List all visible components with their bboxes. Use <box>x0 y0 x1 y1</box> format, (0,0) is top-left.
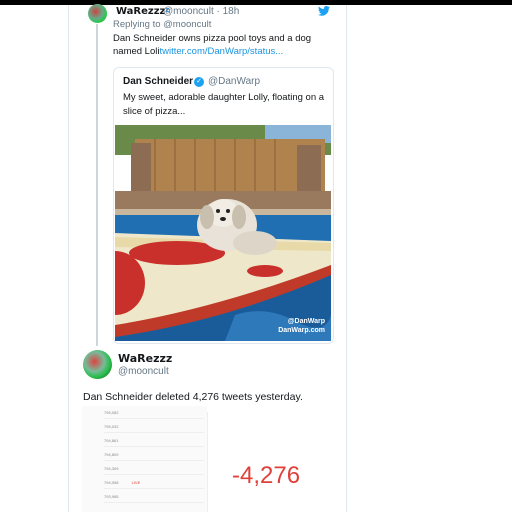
tweet-display-name[interactable]: WaRezzz <box>118 352 172 365</box>
tweet-handle[interactable]: @mooncult <box>118 366 169 377</box>
quoted-handle: @DanWarp <box>208 76 261 87</box>
stats-row: 794,809 <box>104 452 204 461</box>
tweet-handle-time[interactable]: @mooncult · 18h <box>163 6 239 17</box>
avatar[interactable] <box>88 4 107 23</box>
stats-row: 794,309 <box>104 466 204 475</box>
display-name-text: WaRezzz <box>116 6 166 17</box>
stats-panel: -4,276 <box>207 412 332 512</box>
stats-row: 793,985 <box>104 494 204 503</box>
stats-screenshot-image[interactable]: 795,082 795,032 794,861 794,809 794,309 … <box>82 406 332 512</box>
avatar[interactable] <box>83 350 112 379</box>
quoted-photo[interactable]: @DanWarp DanWarp.com <box>115 125 331 341</box>
replying-to[interactable]: Replying to @mooncult <box>113 19 211 30</box>
stats-row: 794,058 LIVE <box>104 480 204 489</box>
photo-watermark: @DanWarp DanWarp.com <box>278 317 325 335</box>
pool-photo <box>115 125 331 341</box>
watermark-handle: @DanWarp <box>287 318 325 325</box>
deleted-count: -4,276 <box>232 462 301 489</box>
quoted-text: My sweet, adorable daughter Lolly, float… <box>123 92 325 117</box>
quoted-display-name: Dan Schneider <box>123 76 194 87</box>
tweet-display-name[interactable]: WaRezzzz <box>116 6 169 17</box>
stats-row-value: 794,058 <box>104 480 119 485</box>
tweet-text: Dan Schneider deleted 4,276 tweets yeste… <box>83 391 303 403</box>
stats-row: 795,032 <box>104 424 204 433</box>
stats-table: 795,082 795,032 794,861 794,809 794,309 … <box>82 406 207 512</box>
watermark-site: DanWarp.com <box>278 327 325 334</box>
twitter-bird-icon <box>318 6 330 16</box>
verified-badge-icon: ✓ <box>194 77 204 87</box>
thread-connector-line <box>96 24 98 346</box>
tweet-link[interactable]: twitter.com/DanWarp/status... <box>159 46 283 57</box>
quoted-tweet-card[interactable]: Dan Schneider ✓ @DanWarp My sweet, adora… <box>113 67 334 344</box>
live-label: LIVE <box>131 480 141 485</box>
stats-row: 794,861 <box>104 438 204 447</box>
tweet-text: Dan Schneider owns pizza pool toys and a… <box>113 32 333 58</box>
stats-row: 795,082 <box>104 410 204 419</box>
